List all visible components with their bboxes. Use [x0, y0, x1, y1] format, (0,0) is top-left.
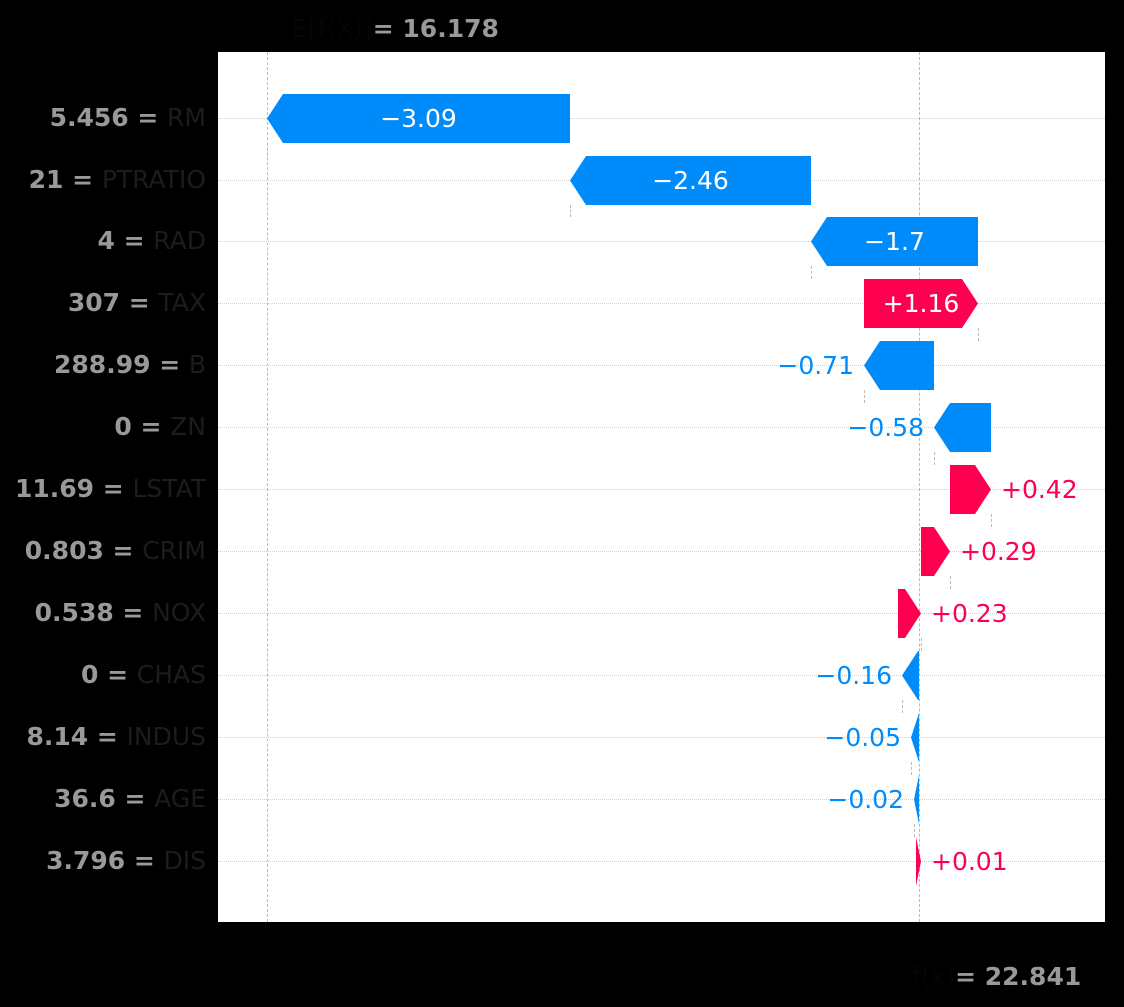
- bar-dis[interactable]: [916, 836, 921, 886]
- feature-value: 11.69 =: [15, 474, 133, 503]
- bar-value-label: +0.23: [931, 598, 1008, 628]
- base-value-prefix: E[f(X)]: [292, 14, 373, 43]
- base-value-line: [267, 52, 268, 922]
- bar-rad[interactable]: [811, 216, 978, 266]
- bar-nox[interactable]: [898, 588, 921, 638]
- feature-name: ZN: [170, 412, 206, 441]
- feature-name: INDUS: [126, 722, 207, 751]
- feature-value: 4 =: [97, 226, 154, 255]
- gridline: [218, 675, 1105, 676]
- y-axis-label-chas: 0 = CHAS: [0, 660, 206, 690]
- feature-name: PTRATIO: [101, 165, 206, 194]
- bar-connector: [902, 699, 903, 713]
- bar-b[interactable]: [864, 340, 934, 390]
- y-axis-label-rm: 5.456 = RM: [0, 103, 206, 133]
- bar-indus[interactable]: [911, 712, 919, 762]
- feature-name: CRIM: [142, 536, 206, 565]
- y-axis-label-tax: 307 = TAX: [0, 288, 206, 318]
- y-axis-label-rad: 4 = RAD: [0, 226, 206, 256]
- output-value-prefix: f(x): [912, 962, 956, 991]
- feature-name: DIS: [163, 846, 207, 875]
- feature-value: 36.6 =: [54, 784, 155, 813]
- feature-name: AGE: [154, 784, 206, 813]
- y-axis-label-indus: 8.14 = INDUS: [0, 722, 206, 752]
- bar-value-label: +0.42: [1001, 474, 1078, 504]
- bar-lstat[interactable]: [950, 464, 991, 514]
- bar-connector: [267, 142, 268, 156]
- bar-connector: [914, 823, 915, 837]
- bar-zn[interactable]: [934, 402, 991, 452]
- plot-area: −3.09 −2.46 −1.7 +1.16 −0.71 −0.58 +0.42 +0.29 +…: [218, 52, 1105, 922]
- y-axis-label-lstat: 11.69 = LSTAT: [0, 474, 206, 504]
- bar-crim[interactable]: [921, 526, 950, 576]
- bar-value-label: −0.58: [847, 412, 924, 442]
- feature-value: 21 =: [28, 165, 102, 194]
- feature-value: 0.538 =: [34, 598, 153, 627]
- output-value-line: [919, 52, 920, 922]
- bar-rm[interactable]: [267, 93, 570, 143]
- bar-connector: [991, 513, 992, 527]
- bar-age[interactable]: [914, 774, 919, 824]
- bar-ptratio[interactable]: [570, 155, 811, 205]
- feature-value: 0 =: [114, 412, 171, 441]
- feature-name: CHAS: [136, 660, 206, 689]
- bar-connector: [911, 761, 912, 775]
- y-axis-label-age: 36.6 = AGE: [0, 784, 206, 814]
- bar-connector: [570, 204, 571, 217]
- gridline: [218, 799, 1105, 800]
- gridline: [218, 365, 1105, 366]
- y-axis-label-zn: 0 = ZN: [0, 412, 206, 442]
- feature-value: 0.803 =: [24, 536, 143, 565]
- y-axis-label-nox: 0.538 = NOX: [0, 598, 206, 628]
- feature-name: RM: [167, 103, 206, 132]
- bar-connector: [864, 389, 865, 403]
- bar-value-label: −0.05: [824, 722, 901, 752]
- feature-value: 5.456 =: [49, 103, 168, 132]
- bar-value-label: −0.16: [815, 660, 892, 690]
- output-value-number: = 22.841: [955, 962, 1082, 991]
- base-value-number: = 16.178: [372, 14, 499, 43]
- feature-value: 307 =: [67, 288, 159, 317]
- y-axis-labels: 5.456 = RM 21 = PTRATIO 4 = RAD 307 = TAX 28…: [0, 0, 206, 1007]
- y-axis-label-b: 288.99 = B: [0, 350, 206, 380]
- bar-connector: [978, 327, 979, 341]
- y-axis-label-dis: 3.796 = DIS: [0, 846, 206, 876]
- base-value-label: E[f(X)]= 16.178: [292, 14, 499, 44]
- feature-name: NOX: [152, 598, 206, 627]
- feature-name: TAX: [158, 288, 206, 317]
- bar-value-label: +0.01: [931, 846, 1008, 876]
- feature-value: 3.796 =: [46, 846, 164, 875]
- feature-value: 8.14 =: [26, 722, 127, 751]
- bar-value-label: −0.71: [777, 350, 854, 380]
- feature-name: LSTAT: [132, 474, 206, 503]
- bar-connector: [811, 265, 812, 279]
- feature-value: 0 =: [81, 660, 137, 689]
- y-axis-label-crim: 0.803 = CRIM: [0, 536, 206, 566]
- output-value-label: f(x)= 22.841: [912, 962, 1081, 992]
- bar-connector: [934, 451, 935, 465]
- bar-tax[interactable]: [864, 278, 978, 328]
- gridline: [218, 737, 1105, 738]
- bar-chas[interactable]: [902, 650, 919, 700]
- feature-name: B: [188, 350, 206, 379]
- feature-name: RAD: [153, 226, 206, 255]
- bar-connector: [950, 575, 951, 589]
- feature-value: 288.99 =: [54, 350, 189, 379]
- bar-value-label: −0.02: [827, 784, 904, 814]
- bar-value-label: +0.29: [960, 536, 1037, 566]
- bar-connector: [921, 637, 922, 651]
- y-axis-label-ptratio: 21 = PTRATIO: [0, 165, 206, 195]
- shap-waterfall-figure: 5.456 = RM 21 = PTRATIO 4 = RAD 307 = TAX 28…: [0, 0, 1124, 1007]
